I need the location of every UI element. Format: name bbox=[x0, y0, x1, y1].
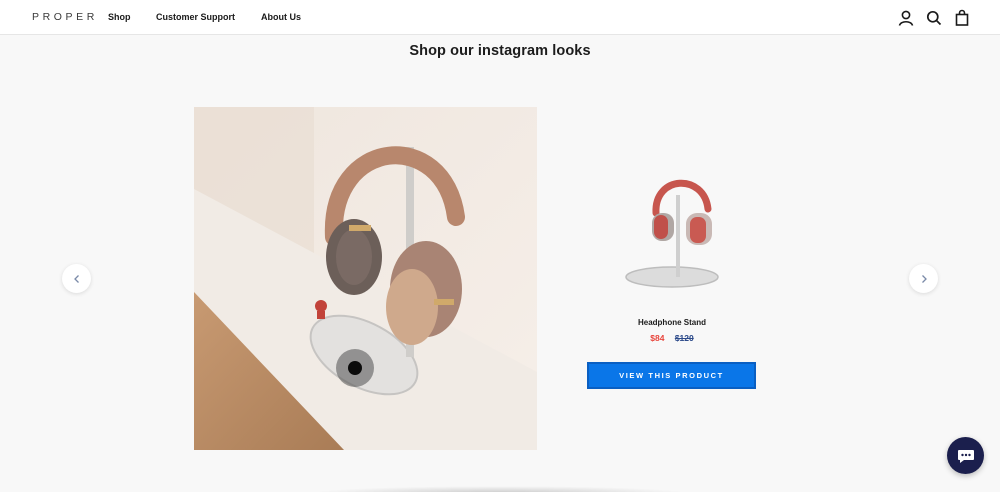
chevron-right-icon bbox=[921, 274, 927, 283]
product-hotspot[interactable] bbox=[336, 349, 374, 387]
site-header: PROPER Shop Customer Support About Us bbox=[0, 0, 1000, 35]
instagram-look-image bbox=[194, 107, 537, 450]
carousel-next-button[interactable] bbox=[909, 264, 938, 293]
chat-bubble-icon bbox=[957, 449, 974, 463]
nav-shop[interactable]: Shop bbox=[108, 12, 131, 22]
price-row: $84 $120 bbox=[570, 333, 774, 343]
nav-about-us[interactable]: About Us bbox=[261, 12, 301, 22]
original-price: $120 bbox=[674, 333, 694, 343]
section-title: Shop our instagram looks bbox=[409, 43, 591, 59]
search-icon[interactable] bbox=[925, 9, 943, 27]
view-product-button[interactable]: VIEW THIS PRODUCT bbox=[587, 362, 756, 389]
cart-icon[interactable] bbox=[953, 9, 971, 27]
carousel-prev-button[interactable] bbox=[62, 264, 91, 293]
product-image[interactable] bbox=[616, 165, 726, 300]
chat-button[interactable] bbox=[947, 437, 984, 474]
nav-customer-support[interactable]: Customer Support bbox=[156, 12, 235, 22]
sale-price: $84 bbox=[650, 333, 665, 343]
account-icon[interactable] bbox=[897, 9, 915, 27]
brand-logo[interactable]: PROPER bbox=[32, 11, 98, 23]
product-name[interactable]: Headphone Stand bbox=[570, 318, 774, 327]
hotspot-dot bbox=[348, 361, 362, 375]
next-section-shadow bbox=[310, 486, 690, 492]
chevron-left-icon bbox=[73, 274, 79, 283]
